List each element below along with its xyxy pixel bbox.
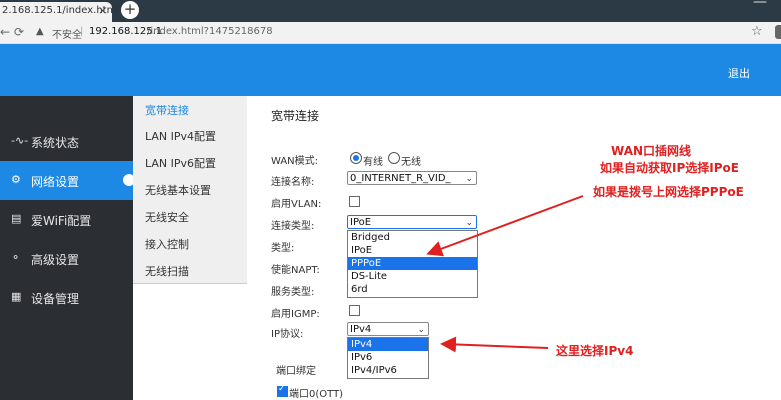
submenu-item-wireless-basic[interactable]: 无线基本设置: [145, 182, 211, 198]
sidebar-item-label: 网络设置: [31, 175, 80, 189]
chevron-down-icon: ⌄: [465, 174, 473, 184]
annotation-wan-line2: 如果自动获取IP选择IPoE: [600, 161, 739, 175]
bookmark-star-icon[interactable]: ☆: [751, 24, 763, 39]
ip-protocol-dropdown: IPv4 IPv6 IPv4/IPv6: [347, 337, 429, 379]
service-type-label: 服务类型:: [271, 287, 315, 298]
napt-label: 使能NAPT:: [271, 265, 320, 276]
close-icon[interactable]: ×: [98, 4, 107, 17]
url-path[interactable]: /index.html?1475218678: [147, 26, 273, 37]
sidebar-item-system-status[interactable]: -∿- 系统状态: [0, 122, 133, 161]
port0-label: 端口0(OTT): [289, 389, 344, 400]
minimize-icon[interactable]: —: [753, 0, 767, 10]
wan-mode-wireless-label: 无线: [401, 157, 421, 168]
annotation-pppoe-note: 如果是拨号上网选择PPPoE: [593, 185, 744, 199]
ip-protocol-value: IPv4: [350, 324, 372, 335]
wan-mode-wired-label: 有线: [363, 157, 383, 168]
app-header: 退出: [0, 44, 781, 96]
enable-igmp-checkbox[interactable]: [349, 305, 360, 316]
submenu-item-wireless-security[interactable]: 无线安全: [145, 209, 189, 225]
submenu: 宽带连接 LAN IPv4配置 LAN IPv6配置 无线基本设置 无线安全 接…: [133, 96, 247, 284]
type-label: 类型:: [271, 243, 295, 254]
page-title: 宽带连接: [271, 109, 320, 123]
submenu-item-lan-ipv6[interactable]: LAN IPv6配置: [145, 155, 216, 171]
sidebar-item-label: 高级设置: [31, 253, 80, 267]
chevron-down-icon: ⌄: [465, 218, 473, 228]
option-bridged[interactable]: Bridged: [348, 231, 477, 244]
option-ipv4-ipv6[interactable]: IPv4/IPv6: [348, 364, 428, 377]
connection-type-label: 连接类型:: [271, 221, 315, 232]
submenu-item-wireless-scan[interactable]: 无线扫描: [145, 263, 189, 279]
option-6rd[interactable]: 6rd: [348, 283, 477, 296]
wifi-config-icon: ▤: [11, 212, 22, 225]
sidebar-item-advanced-settings[interactable]: ⚬ 高级设置: [0, 239, 133, 278]
browser-tab[interactable]: 2.168.125.1/index.html?147 ×: [0, 2, 144, 22]
connection-type-dropdown: Bridged IPoE PPPoE DS-Lite 6rd: [347, 230, 478, 298]
new-tab-button[interactable]: +: [121, 1, 139, 19]
annotation-ipv4-note: 这里选择IPv4: [556, 344, 634, 358]
submenu-item-lan-ipv4[interactable]: LAN IPv4配置: [145, 128, 216, 144]
option-ipoe[interactable]: IPoE: [348, 244, 477, 257]
port0-checkbox[interactable]: [277, 384, 288, 397]
sidebar-item-wifi-config[interactable]: ▤ 爱WiFi配置: [0, 200, 133, 239]
logout-link[interactable]: 退出: [728, 65, 750, 81]
ip-protocol-select[interactable]: IPv4 ⌄: [347, 322, 429, 336]
enable-igmp-label: 启用IGMP:: [271, 309, 320, 320]
submenu-item-access-control[interactable]: 接入控制: [145, 236, 189, 252]
browser-menu-icon[interactable]: [775, 25, 781, 39]
grid-icon: ▦: [11, 290, 22, 303]
port-binding-label: 端口绑定: [276, 366, 316, 377]
browser-tab-bar: 2.168.125.1/index.html?147 × + —: [0, 0, 781, 22]
wan-mode-wireless-radio[interactable]: [388, 152, 400, 164]
warning-icon: ▲: [36, 26, 44, 37]
option-pppoe[interactable]: PPPoE: [348, 257, 477, 270]
wan-mode-wired-radio[interactable]: [350, 152, 362, 164]
pulse-icon: -∿-: [11, 134, 29, 147]
wan-mode-label: WAN模式:: [271, 156, 319, 167]
advanced-icon: ⚬: [11, 251, 21, 264]
option-ipv6[interactable]: IPv6: [348, 351, 428, 364]
option-ipv4[interactable]: IPv4: [348, 338, 428, 351]
connection-name-value: 0_INTERNET_R_VID_: [350, 173, 451, 184]
gear-icon: ⚙: [11, 173, 21, 186]
connection-type-value: IPoE: [350, 217, 372, 228]
connection-name-select[interactable]: 0_INTERNET_R_VID_ ⌄: [347, 171, 477, 185]
sidebar-item-device-management[interactable]: ▦ 设备管理: [0, 278, 133, 317]
reload-icon[interactable]: ⟳: [14, 25, 24, 39]
url-separator: |: [80, 26, 84, 37]
submenu-item-broadband[interactable]: 宽带连接: [145, 102, 189, 118]
enable-vlan-label: 启用VLAN:: [271, 199, 322, 210]
arrow-to-ipv4: [440, 336, 549, 353]
sidebar-item-label: 设备管理: [31, 292, 80, 306]
sidebar: -∿- 系统状态 ⚙ 网络设置 ▤ 爱WiFi配置 ⚬ 高级设置 ▦ 设备管理: [0, 96, 135, 400]
annotation-wan-line1: WAN口插网线: [611, 144, 692, 158]
enable-vlan-checkbox[interactable]: [349, 196, 360, 207]
sidebar-item-network-settings[interactable]: ⚙ 网络设置: [0, 161, 135, 200]
back-icon[interactable]: ←: [0, 25, 10, 39]
chevron-down-icon: ⌄: [417, 325, 425, 335]
ip-protocol-label: IP协议:: [271, 329, 304, 340]
sidebar-item-label: 爱WiFi配置: [31, 214, 92, 228]
address-bar: ← ⟳ ▲ 不安全 | 192.168.125.1 /index.html?14…: [0, 22, 781, 44]
insecure-label: 不安全: [52, 30, 82, 41]
option-ds-lite[interactable]: DS-Lite: [348, 270, 477, 283]
sidebar-item-label: 系统状态: [31, 136, 80, 150]
connection-name-label: 连接名称:: [271, 177, 315, 188]
connection-type-select[interactable]: IPoE ⌄: [347, 215, 477, 229]
